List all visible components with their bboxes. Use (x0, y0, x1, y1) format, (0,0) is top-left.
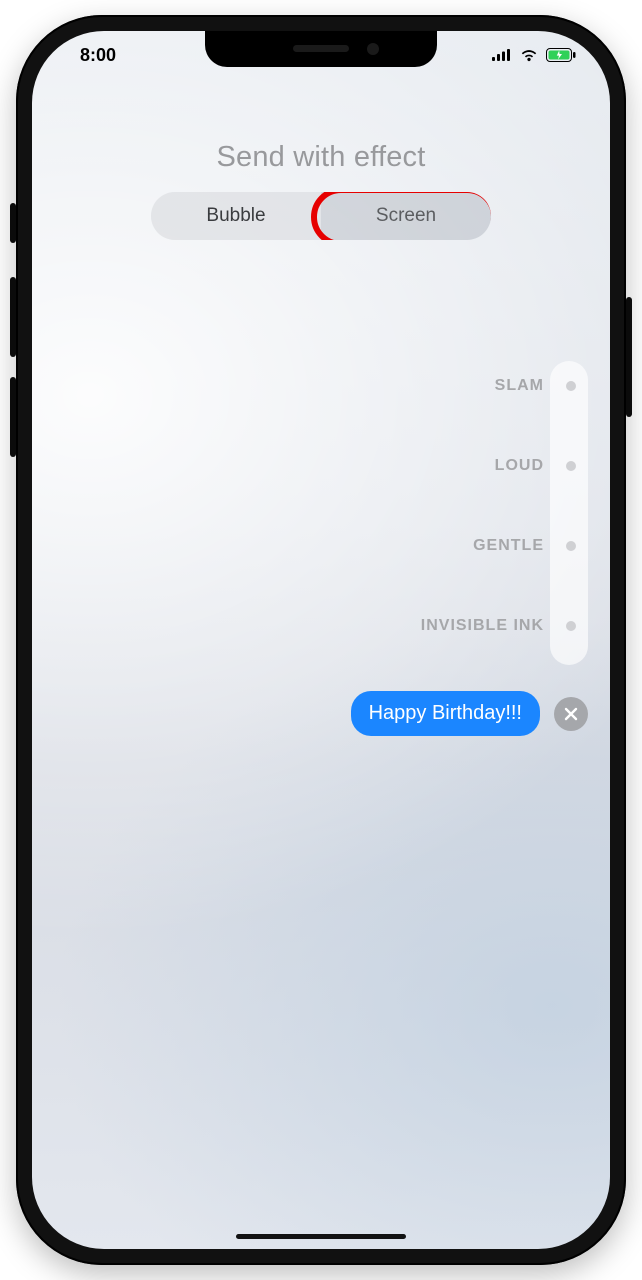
effect-option-loud[interactable]: LOUD (268, 457, 588, 475)
screen: 8:00 (32, 31, 610, 1249)
cellular-signal-icon (492, 49, 512, 61)
volume-down-button-hardware (10, 377, 16, 457)
home-indicator[interactable] (236, 1234, 406, 1239)
effect-dot-icon (566, 621, 576, 631)
effect-dot-icon (566, 461, 576, 471)
battery-charging-icon (546, 48, 576, 62)
side-button-hardware (626, 297, 632, 417)
volume-up-button-hardware (10, 277, 16, 357)
front-camera (367, 43, 379, 55)
effect-type-segmented-control[interactable]: Bubble Screen (151, 192, 491, 240)
tab-screen[interactable]: Screen (321, 192, 491, 240)
tab-bubble[interactable]: Bubble (151, 192, 321, 240)
status-time: 8:00 (60, 45, 116, 66)
message-bubble: Happy Birthday!!! (351, 691, 540, 736)
speaker-grille (293, 45, 349, 52)
notch (205, 31, 437, 67)
close-icon (563, 706, 579, 722)
cancel-button[interactable] (554, 697, 588, 731)
page-title: Send with effect (60, 141, 582, 174)
status-indicators (492, 48, 582, 62)
bubble-effects-list: SLAM LOUD GENTLE INVISIBLE INK (268, 361, 588, 665)
wifi-icon (520, 49, 538, 62)
effect-dot-icon (566, 381, 576, 391)
message-preview-row: Happy Birthday!!! (60, 691, 588, 736)
effect-option-slam[interactable]: SLAM (268, 377, 588, 395)
send-with-effect-sheet: Send with effect Bubble Screen SLAM LOUD (32, 31, 610, 1249)
effect-option-gentle[interactable]: GENTLE (268, 537, 588, 555)
effect-dot-icon (566, 541, 576, 551)
phone-frame: 8:00 (16, 15, 626, 1265)
effect-option-invisible-ink[interactable]: INVISIBLE INK (268, 617, 588, 635)
mute-switch (10, 203, 16, 243)
effect-label: INVISIBLE INK (421, 617, 588, 635)
